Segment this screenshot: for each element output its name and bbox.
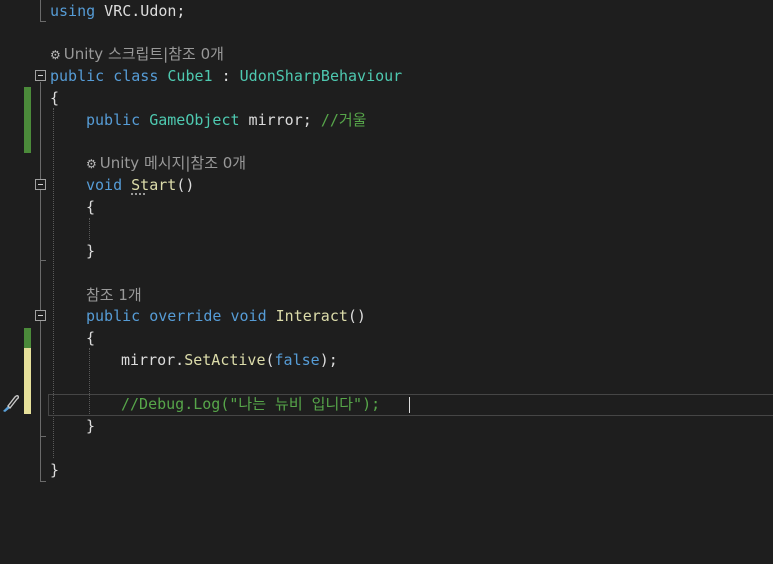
class-name: Cube1 [167, 67, 213, 85]
code-line-debug-comment[interactable]: //Debug.Log("나는 뉴비 입니다"); [0, 393, 773, 415]
keyword-void: void [86, 176, 123, 194]
keyword-class: class [113, 67, 159, 85]
method-setactive: SetActive [184, 351, 266, 369]
keyword-public: public [50, 67, 105, 85]
open-paren: ( [265, 351, 275, 369]
code-line-brace[interactable]: { [0, 196, 773, 218]
open-brace: { [50, 89, 60, 107]
keyword-using: using [50, 2, 96, 20]
parens: () [176, 176, 195, 194]
parens: () [347, 307, 366, 325]
base-class-name: UdonSharpBehaviour [239, 67, 403, 85]
keyword-false: false [274, 351, 320, 369]
outline-line-end [40, 481, 46, 482]
codelens-interact[interactable]: 참조 1개 [0, 284, 773, 306]
object-mirror: mirror. [121, 351, 185, 369]
comment-debug-log: //Debug.Log("나는 뉴비 입니다"); [121, 395, 381, 413]
close-brace: } [50, 461, 60, 479]
code-line-field[interactable]: public GameObject mirror; //거울 [0, 109, 773, 131]
comment: //거울 [320, 111, 367, 129]
method-interact: Interact [275, 307, 348, 325]
close-paren: ); [319, 351, 338, 369]
code-line-start[interactable]: void Start() [0, 174, 773, 196]
open-brace: { [86, 329, 96, 347]
inheritance-colon: : [212, 67, 240, 85]
close-brace: } [86, 417, 96, 435]
code-line-brace[interactable]: } [0, 459, 773, 481]
codelens-start-text[interactable]: Unity 메시지|참조 0개 [100, 154, 246, 172]
code-line-setactive[interactable]: mirror.SetActive(false); [0, 349, 773, 371]
field-name: mirror; [239, 111, 312, 129]
namespace-name: VRC.Udon; [95, 2, 186, 20]
codelens-interact-text[interactable]: 참조 1개 [86, 284, 142, 306]
keyword-void: void [230, 307, 267, 325]
suggestion-dots [131, 191, 145, 195]
code-line-brace[interactable]: { [0, 87, 773, 109]
type-gameobject: GameObject [149, 111, 240, 129]
code-line-using[interactable]: using VRC.Udon; [0, 0, 773, 22]
open-brace: { [86, 198, 96, 216]
codelens-class[interactable]: ⚙ Unity 스크립트|참조 0개 [0, 43, 773, 65]
code-line-interact[interactable]: public override void Interact() [0, 305, 773, 327]
unity-icon: ⚙ [86, 157, 97, 171]
indent-guide [89, 218, 90, 240]
codelens-class-text[interactable]: Unity 스크립트|참조 0개 [64, 45, 224, 63]
keyword-public: public [86, 111, 141, 129]
text-caret [409, 397, 410, 413]
keyword-override: override [149, 307, 222, 325]
codelens-start[interactable]: ⚙ Unity 메시지|참조 0개 [0, 152, 773, 174]
code-line-brace[interactable]: { [0, 327, 773, 349]
code-line-class[interactable]: public class Cube1 : UdonSharpBehaviour [0, 65, 773, 87]
keyword-public: public [86, 307, 141, 325]
unity-icon: ⚙ [50, 48, 61, 62]
code-line-brace[interactable]: } [0, 240, 773, 262]
code-line-brace[interactable]: } [0, 415, 773, 437]
close-brace: } [86, 242, 96, 260]
